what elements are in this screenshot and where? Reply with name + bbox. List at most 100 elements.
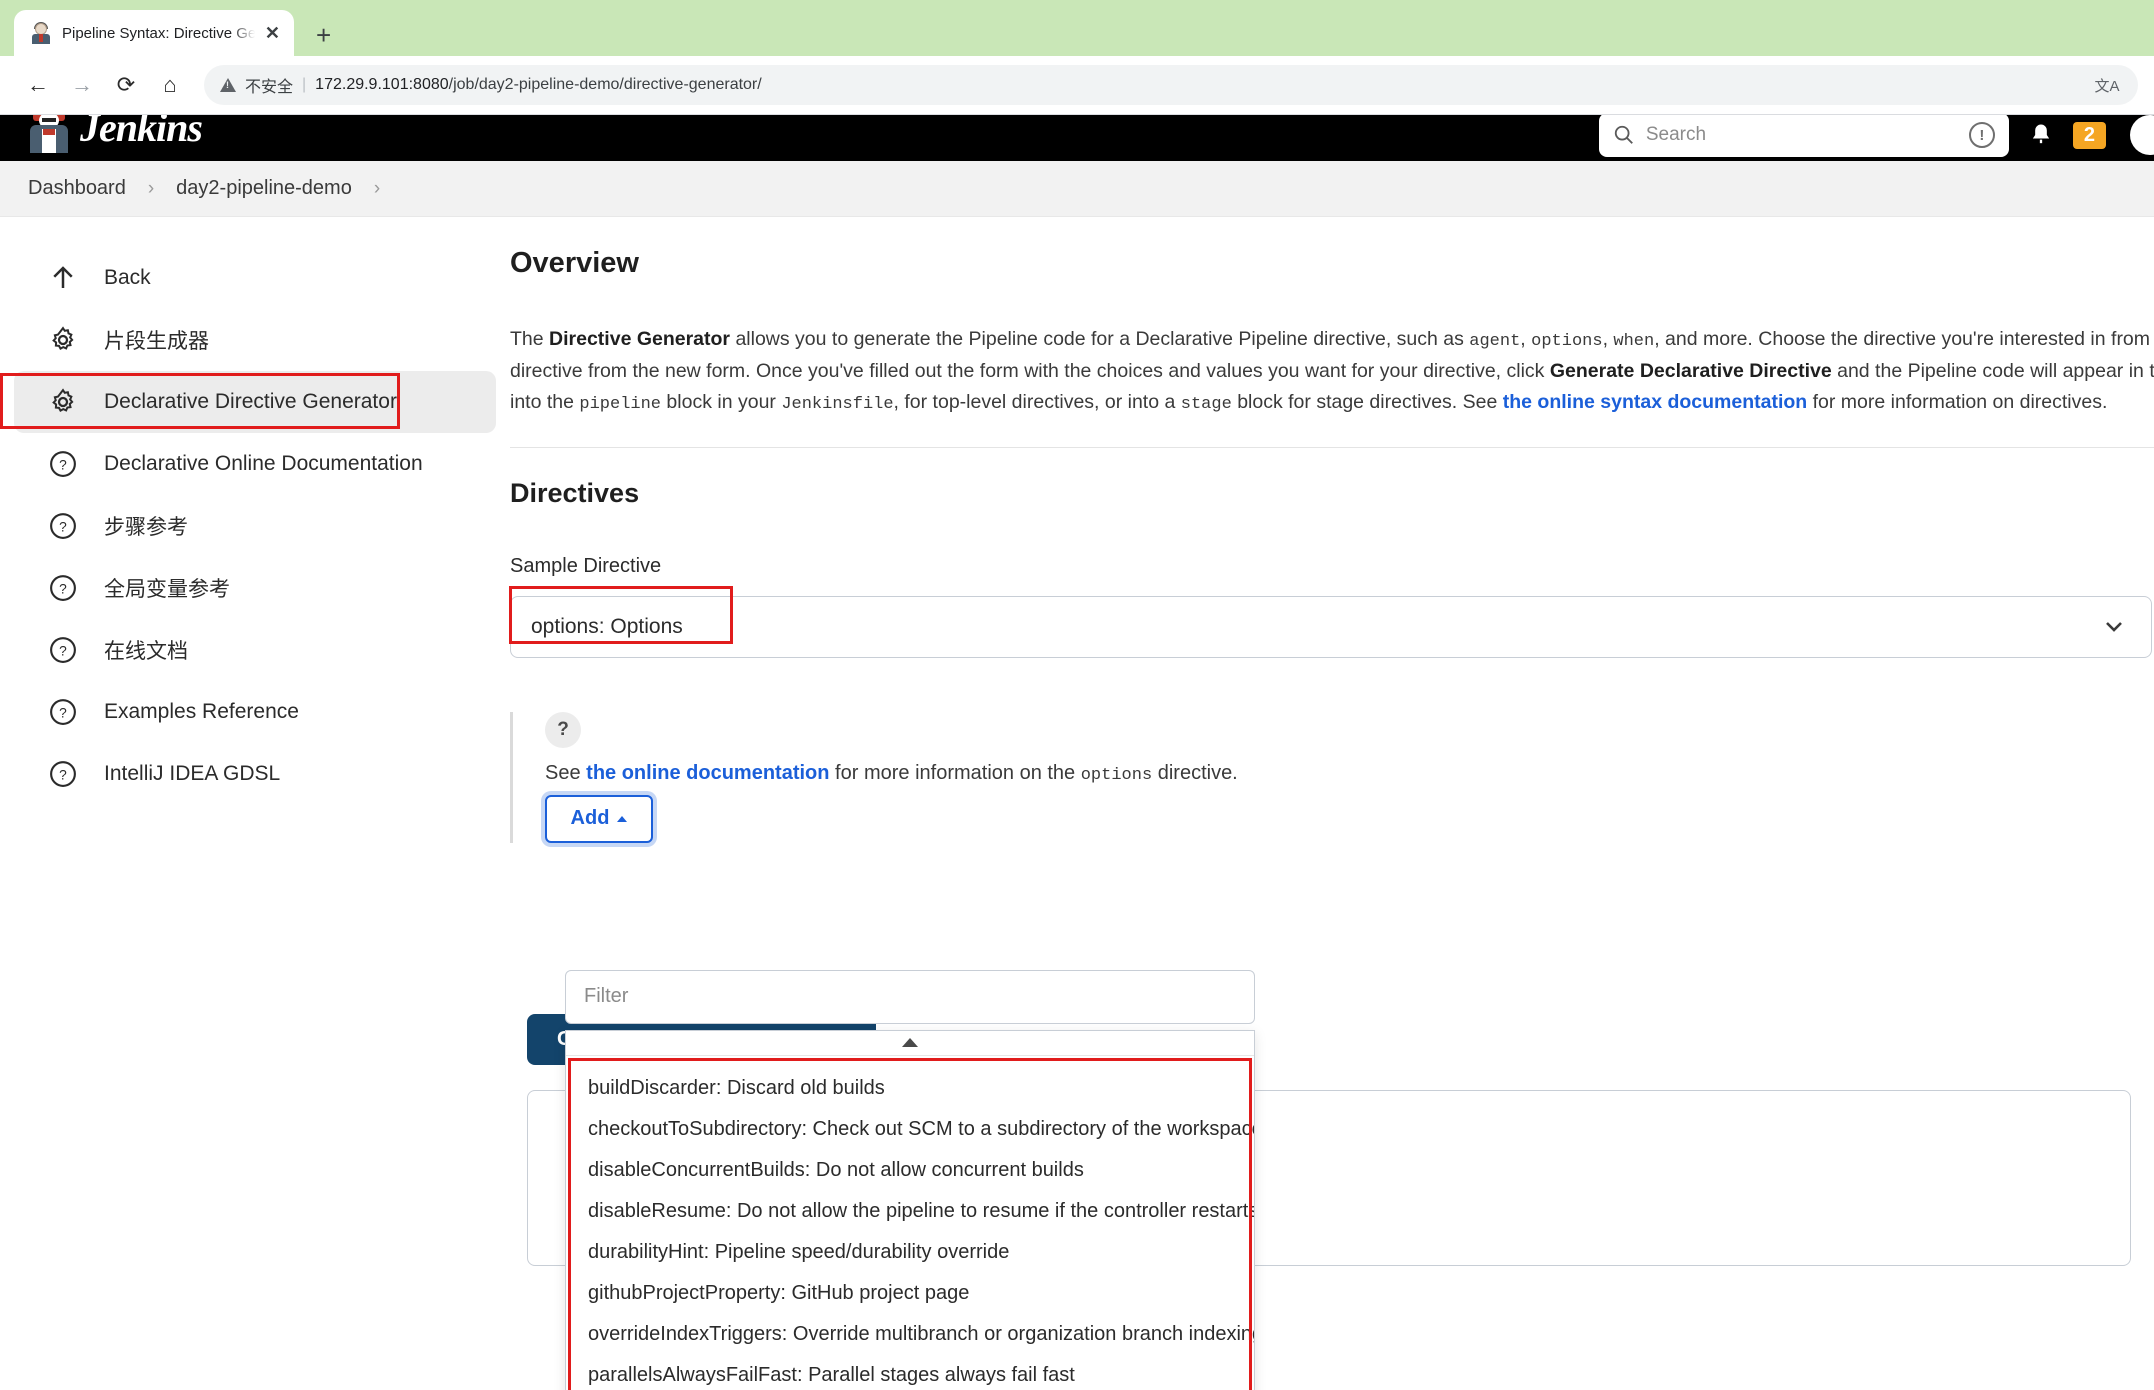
sidebar-item-examples-reference[interactable]: ? Examples Reference xyxy=(14,681,496,743)
text: directive. xyxy=(1152,761,1238,784)
arrow-up-icon xyxy=(46,261,80,295)
filter-input[interactable] xyxy=(565,969,1255,1024)
breadcrumb-item-dashboard[interactable]: Dashboard xyxy=(24,177,130,200)
help-circle-icon: ? xyxy=(46,757,80,791)
sidebar-item-label: 步骤参考 xyxy=(104,516,188,539)
sidebar-item-intellij-idea-gdsl[interactable]: ? IntelliJ IDEA GDSL xyxy=(14,743,496,805)
sample-directive-select[interactable]: options: Options xyxy=(510,595,2152,658)
scroll-up-button[interactable] xyxy=(566,1030,1254,1055)
search-icon xyxy=(1614,125,1633,144)
text: for more information on the xyxy=(829,761,1081,784)
text: into the xyxy=(510,391,580,414)
dropdown-option[interactable]: buildDiscarder: Discard old builds xyxy=(566,1068,1254,1109)
dropdown-option[interactable]: overrideIndexTriggers: Override multibra… xyxy=(566,1314,1254,1355)
help-icon[interactable]: ? xyxy=(545,711,581,748)
omnibox-separator: | xyxy=(302,76,307,93)
sidebar-item-label: IntelliJ IDEA GDSL xyxy=(104,762,281,785)
dropdown-option[interactable]: durabilityHint: Pipeline speed/durabilit… xyxy=(566,1232,1254,1273)
jenkins-wordmark: Jenkins xyxy=(80,115,203,150)
text: directive from the new form. Once you've… xyxy=(510,359,1550,382)
online-syntax-documentation-link[interactable]: the online syntax documentation xyxy=(1503,391,1807,413)
jenkins-logo-link[interactable]: Jenkins xyxy=(26,115,203,153)
jenkins-butler-icon xyxy=(26,115,72,153)
text: , and more. Choose the directive you're … xyxy=(1654,328,2154,350)
search-input[interactable]: Search ! xyxy=(1598,115,2009,157)
browser-toolbar: ← → ⟳ ⌂ 不安全 | 172.29.9.101:8080/job/day2… xyxy=(0,56,2154,114)
notification-count-badge[interactable]: 2 xyxy=(2072,121,2106,149)
translate-icon[interactable]: 文A xyxy=(2092,72,2122,98)
sidebar-item-label: Back xyxy=(104,266,151,289)
text: block for stage directives. See xyxy=(1231,391,1503,414)
code-stage: stage xyxy=(1180,395,1232,415)
code-options: options xyxy=(1531,332,1603,351)
sidebar-item-snippet-generator[interactable]: 片段生成器 xyxy=(14,309,496,371)
back-icon[interactable]: ← xyxy=(16,63,60,107)
dropdown-option[interactable]: disableResume: Do not allow the pipeline… xyxy=(566,1191,1254,1232)
text: allows you to generate the Pipeline code… xyxy=(730,328,1470,350)
forward-icon[interactable]: → xyxy=(60,63,104,107)
sidebar-item-declarative-online-documentation[interactable]: ? Declarative Online Documentation xyxy=(14,433,496,495)
code-options: options xyxy=(1080,765,1153,785)
reload-icon[interactable]: ⟳ xyxy=(104,63,148,107)
dropdown-option[interactable]: disableConcurrentBuilds: Do not allow co… xyxy=(566,1150,1254,1191)
overview-paragraph: The Directive Generator allows you to ge… xyxy=(510,324,2154,419)
text: for more information on directives. xyxy=(1807,391,2108,414)
text: See xyxy=(545,761,587,784)
breadcrumb-item-job[interactable]: day2-pipeline-demo xyxy=(172,177,356,200)
code-when: when xyxy=(1613,332,1655,351)
jenkins-header: Jenkins Search ! 2 xyxy=(0,115,2154,161)
browser-tab[interactable]: Pipeline Syntax: Directive Gene ✕ xyxy=(14,10,294,56)
address-bar-url: 172.29.9.101:8080/job/day2-pipeline-demo… xyxy=(315,76,762,94)
add-dropdown-panel: buildDiscarder: Discard old builds check… xyxy=(565,969,1255,1390)
code-agent: agent xyxy=(1469,332,1521,351)
breadcrumb-separator: › xyxy=(373,177,381,199)
sidebar-item-declarative-directive-generator[interactable]: Declarative Directive Generator xyxy=(0,371,496,433)
dropdown-option[interactable]: parallelsAlwaysFailFast: Parallel stages… xyxy=(566,1355,1254,1390)
add-button[interactable]: Add xyxy=(545,794,653,843)
help-circle-icon: ? xyxy=(46,695,80,729)
search-help-icon[interactable]: ! xyxy=(1968,122,1995,148)
svg-text:?: ? xyxy=(59,768,67,783)
main-content: Overview The Directive Generator allows … xyxy=(509,217,2154,1390)
text: The xyxy=(510,328,550,350)
paragraph-line-3: into the pipeline block in your Jenkinsf… xyxy=(510,387,2154,419)
url-path: /job/day2-pipeline-demo/directive-genera… xyxy=(448,76,762,93)
dropdown-option[interactable]: checkoutToSubdirectory: Check out SCM to… xyxy=(566,1109,1254,1150)
sidebar-item-back[interactable]: Back xyxy=(14,247,496,309)
page-title: Overview xyxy=(510,247,639,279)
caret-up-icon xyxy=(617,815,628,822)
breadcrumb: Dashboard › day2-pipeline-demo › xyxy=(0,161,2154,217)
code-jenkinsfile: Jenkinsfile xyxy=(781,395,894,415)
dropdown-options-panel: buildDiscarder: Discard old builds check… xyxy=(565,1029,1255,1390)
text: , for top-level directives, or into a xyxy=(893,391,1181,414)
text: and the Pipeline code will appear in the… xyxy=(1837,359,2154,382)
close-tab-icon[interactable]: ✕ xyxy=(265,24,280,42)
home-icon[interactable]: ⌂ xyxy=(148,63,192,107)
breadcrumb-separator: › xyxy=(147,177,155,199)
help-circle-icon: ? xyxy=(46,447,80,481)
directives-heading: Directives xyxy=(510,477,640,508)
sidebar: Back 片段生成器 Declarative Directive Generat… xyxy=(0,217,510,1390)
bell-icon[interactable] xyxy=(2027,120,2055,150)
sample-directive-row: options: Options xyxy=(509,585,2154,658)
gear-icon xyxy=(46,323,80,357)
help-circle-icon: ? xyxy=(46,571,80,605)
browser-tab-title: Pipeline Syntax: Directive Gene xyxy=(62,24,255,42)
sidebar-item-step-reference[interactable]: ? 步骤参考 xyxy=(14,495,496,557)
new-tab-button[interactable]: + xyxy=(316,22,331,48)
directive-help-text: See the online documentation for more in… xyxy=(545,762,2154,785)
text: , xyxy=(1520,328,1532,350)
online-documentation-link[interactable]: the online documentation xyxy=(586,762,829,784)
dropdown-option[interactable]: githubProjectProperty: GitHub project pa… xyxy=(566,1273,1254,1314)
text: block in your xyxy=(661,391,782,414)
add-button-label: Add xyxy=(570,807,610,830)
sidebar-item-global-variable-reference[interactable]: ? 全局变量参考 xyxy=(14,557,496,619)
code-pipeline: pipeline xyxy=(579,395,662,415)
insecure-warning-icon xyxy=(220,78,236,92)
address-bar[interactable]: 不安全 | 172.29.9.101:8080/job/day2-pipelin… xyxy=(204,65,2138,105)
jenkins-favicon-icon xyxy=(30,22,52,44)
user-avatar[interactable] xyxy=(2130,115,2154,155)
url-host: 172.29.9.101:8080 xyxy=(315,76,449,93)
sidebar-item-label: 片段生成器 xyxy=(104,330,209,353)
sidebar-item-online-docs[interactable]: ? 在线文档 xyxy=(14,619,496,681)
